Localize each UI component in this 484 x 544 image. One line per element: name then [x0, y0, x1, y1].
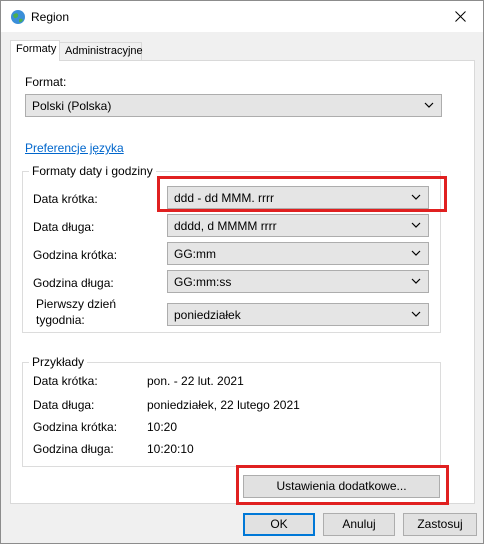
close-icon — [454, 11, 466, 22]
close-button[interactable] — [437, 1, 483, 32]
long-date-dropdown[interactable]: dddd, d MMMM rrrr — [167, 214, 429, 237]
date-time-formats-group: Formaty daty i godziny Data krótka: ddd … — [22, 164, 441, 333]
first-day-dropdown[interactable]: poniedziałek — [167, 303, 429, 326]
example-value: poniedziałek, 22 lutego 2021 — [147, 398, 300, 412]
chevron-down-icon — [411, 194, 421, 200]
example-label: Godzina krótka: — [33, 420, 118, 434]
long-time-dropdown[interactable]: GG:mm:ss — [167, 270, 429, 293]
example-value: 10:20 — [147, 420, 178, 434]
examples-group: Przykłady Data krótka: pon. - 22 lut. 20… — [22, 355, 441, 467]
first-day-value: poniedziałek — [174, 308, 241, 322]
first-day-label: Pierwszy dzień tygodnia: — [36, 297, 117, 327]
short-date-value: ddd - dd MMM. rrrr — [174, 191, 275, 205]
chevron-down-icon — [411, 250, 421, 256]
format-label: Format: — [25, 75, 67, 89]
long-date-value: dddd, d MMMM rrrr — [174, 219, 277, 233]
cancel-button[interactable]: Anuluj — [323, 513, 395, 536]
chevron-down-icon — [411, 222, 421, 228]
example-label: Godzina długa: — [33, 442, 114, 456]
long-time-label: Godzina długa: — [33, 276, 114, 290]
tab-formaty[interactable]: Formaty — [10, 40, 60, 61]
example-value: 10:20:10 — [147, 442, 194, 456]
format-dropdown-value: Polski (Polska) — [32, 99, 112, 113]
short-time-dropdown[interactable]: GG:mm — [167, 242, 429, 265]
title-bar: Region — [1, 1, 483, 32]
long-date-label: Data długa: — [33, 220, 95, 234]
chevron-down-icon — [424, 102, 434, 108]
example-label: Data krótka: — [33, 374, 98, 388]
example-label: Data długa: — [33, 398, 95, 412]
window-title: Region — [31, 10, 70, 24]
preferences-link[interactable]: Preferencje języka — [25, 141, 124, 155]
chevron-down-icon — [411, 311, 421, 317]
short-date-dropdown[interactable]: ddd - dd MMM. rrrr — [167, 186, 429, 209]
globe-icon — [11, 10, 25, 24]
short-date-label: Data krótka: — [33, 192, 98, 206]
example-value: pon. - 22 lut. 2021 — [147, 374, 244, 388]
long-time-value: GG:mm:ss — [174, 275, 232, 289]
chevron-down-icon — [411, 278, 421, 284]
short-time-label: Godzina krótka: — [33, 248, 118, 262]
tab-panel-formaty: Format: Polski (Polska) Preferencje języ… — [10, 60, 475, 505]
short-time-value: GG:mm — [174, 247, 216, 261]
group-title: Formaty daty i godziny — [29, 164, 156, 178]
apply-button[interactable]: Zastosuj — [403, 513, 477, 536]
ok-button[interactable]: OK — [243, 513, 315, 536]
group-title: Przykłady — [29, 355, 88, 369]
region-dialog: Region Formaty Administracyjne Format: P… — [0, 0, 484, 544]
additional-settings-button[interactable]: Ustawienia dodatkowe... — [243, 475, 440, 498]
tab-administracyjne[interactable]: Administracyjne — [59, 42, 143, 61]
format-dropdown[interactable]: Polski (Polska) — [25, 94, 442, 117]
